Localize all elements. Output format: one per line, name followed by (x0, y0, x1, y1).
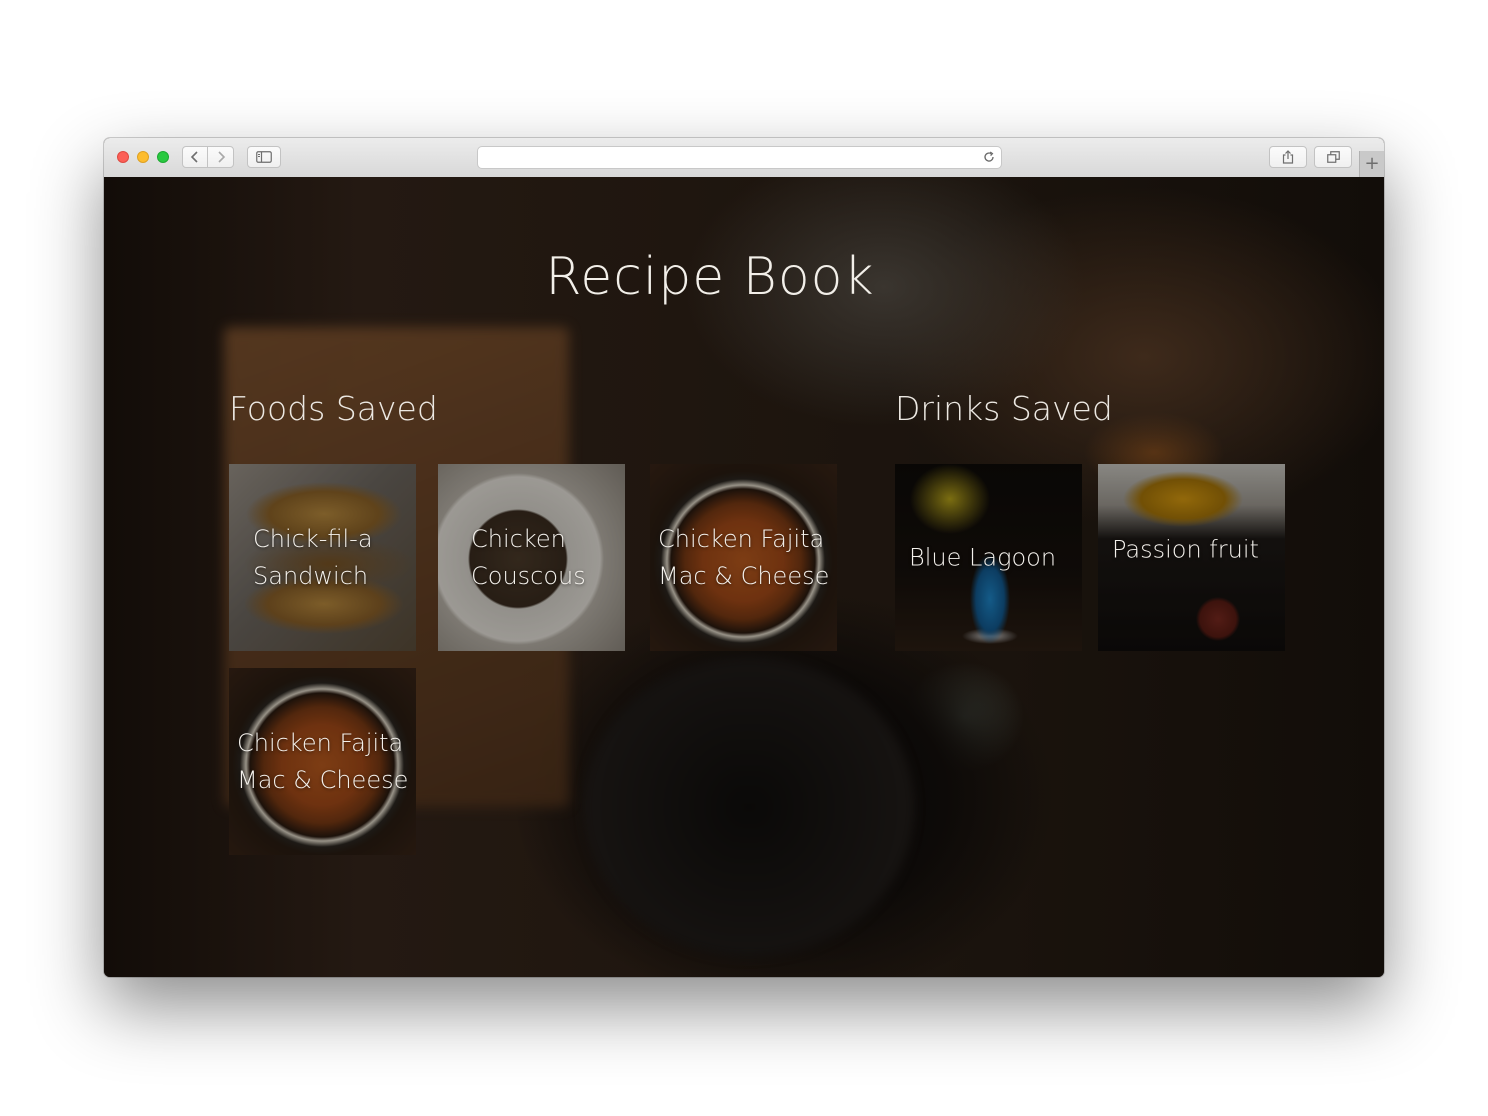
tabs-overview-icon (1326, 151, 1340, 163)
food-card-label: Chick-fil-a Sandwich (253, 524, 373, 590)
drink-card-blue-lagoon[interactable]: Blue Lagoon (895, 464, 1082, 651)
food-card-chicken-fajita-mac-cheese[interactable]: Chicken Fajita Mac & Cheese (650, 464, 837, 651)
sidebar-icon (256, 151, 272, 163)
plus-icon: + (1364, 153, 1380, 174)
browser-window: + Recipe Book Foods Saved Drinks Saved C… (104, 138, 1384, 977)
food-card-chicken-fajita-mac-cheese-2[interactable]: Chicken Fajita Mac & Cheese (229, 668, 416, 855)
background-pan (584, 657, 914, 957)
chevron-left-icon (190, 151, 198, 163)
recipe-book-page: Recipe Book Foods Saved Drinks Saved Chi… (104, 177, 1384, 977)
share-icon (1282, 150, 1294, 164)
food-card-label: Chicken Couscous (471, 524, 586, 590)
browser-toolbar: + (104, 138, 1384, 178)
reload-button[interactable] (981, 149, 997, 165)
maximize-window-button[interactable] (157, 151, 169, 163)
food-card-label: Chicken Fajita Mac & Cheese (658, 524, 830, 590)
page-title: Recipe Book (545, 247, 875, 307)
drink-card-passion-fruit[interactable]: Passion fruit (1098, 464, 1285, 651)
food-card-label: Chicken Fajita Mac & Cheese (237, 728, 409, 794)
reload-icon (984, 151, 994, 162)
address-bar[interactable] (477, 146, 1002, 169)
drink-card-label: Blue Lagoon (909, 543, 1057, 571)
minimize-window-button[interactable] (137, 151, 149, 163)
show-tabs-button[interactable] (1314, 146, 1352, 168)
foods-saved-heading: Foods Saved (229, 389, 438, 428)
drink-card-label: Passion fruit (1112, 535, 1259, 564)
close-window-button[interactable] (117, 151, 129, 163)
new-tab-button[interactable]: + (1359, 151, 1384, 177)
forward-button[interactable] (207, 146, 234, 168)
sidebar-toggle-button[interactable] (247, 146, 281, 168)
food-card-chicken-couscous[interactable]: Chicken Couscous (438, 464, 625, 651)
chevron-right-icon (217, 151, 225, 163)
share-button[interactable] (1269, 146, 1307, 168)
back-button[interactable] (182, 146, 208, 168)
food-card-chick-fil-a-sandwich[interactable]: Chick-fil-a Sandwich (229, 464, 416, 651)
drinks-saved-heading: Drinks Saved (895, 389, 1113, 428)
